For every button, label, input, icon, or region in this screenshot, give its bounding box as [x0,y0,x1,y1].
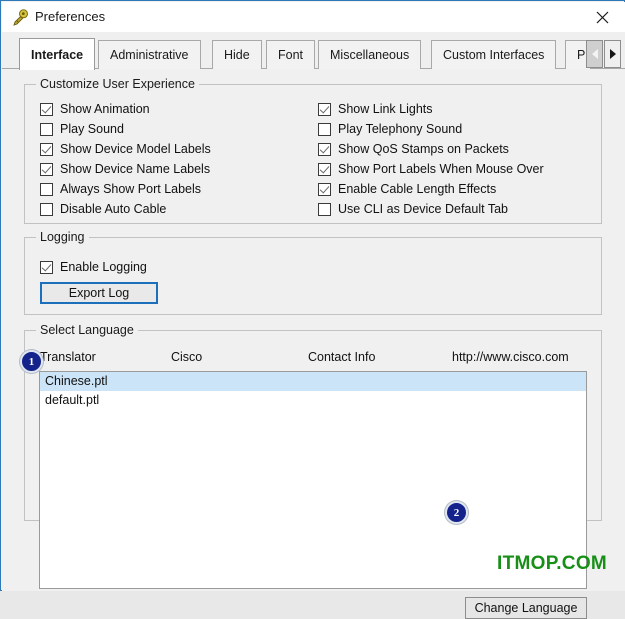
checkbox-label: Show Device Name Labels [60,162,211,176]
preferences-window: Preferences Interface Administrative Hid… [0,0,625,619]
checkbox-label: Show QoS Stamps on Packets [338,142,509,156]
checkbox-label: Disable Auto Cable [60,202,167,216]
checkbox-label: Play Sound [60,122,124,136]
checkbox-box-icon [318,142,331,156]
checkbox-box-icon [318,102,331,116]
column-header-vendor: Cisco [171,350,203,364]
tab-scroll-left-icon[interactable] [586,40,603,68]
checkbox-box-icon [318,122,331,136]
checkbox-play-telephony-sound[interactable]: Play Telephony Sound [318,122,462,136]
checkbox-show-port-labels-when-mouse-over[interactable]: Show Port Labels When Mouse Over [318,162,544,176]
select-language-group-title: Select Language [36,323,138,337]
export-log-button[interactable]: Export Log [40,282,158,304]
checkbox-box-icon [318,162,331,176]
checkbox-label: Show Port Labels When Mouse Over [338,162,544,176]
checkbox-box-icon [40,260,53,274]
checkbox-enable-logging[interactable]: Enable Logging [40,260,147,274]
checkbox-use-cli-as-device-default-tab[interactable]: Use CLI as Device Default Tab [318,202,508,216]
checkbox-show-device-name-labels[interactable]: Show Device Name Labels [40,162,210,176]
watermark-text: ITMOP.COM [497,553,608,574]
tab-font[interactable]: Font [266,40,316,69]
checkbox-label: Play Telephony Sound [338,122,463,136]
tab-scroll-right-icon[interactable] [604,40,621,68]
tab-interface[interactable]: Interface [19,38,96,70]
list-item[interactable]: Chinese.ptl [40,372,586,391]
tab-miscellaneous[interactable]: Miscellaneous [318,40,422,69]
chevron-left-icon [591,49,598,59]
chevron-right-icon [609,49,616,59]
checkbox-show-link-lights[interactable]: Show Link Lights [318,102,433,116]
window-title: Preferences [35,9,106,24]
checkbox-disable-auto-cable[interactable]: Disable Auto Cable [40,202,166,216]
interface-tab-panel: Customize User Experience Show Animation… [2,69,625,619]
checkbox-label: Use CLI as Device Default Tab [338,202,508,216]
list-item[interactable]: default.ptl [40,391,586,410]
customize-group-title: Customize User Experience [36,77,199,91]
column-header-url: http://www.cisco.com [452,350,569,364]
tab-hide[interactable]: Hide [212,40,262,69]
change-language-button[interactable]: Change Language [465,597,587,619]
checkbox-box-icon [40,202,53,216]
title-bar: Preferences [2,2,625,32]
checkbox-show-device-model-labels[interactable]: Show Device Model Labels [40,142,211,156]
checkbox-box-icon [40,142,53,156]
tab-administrative[interactable]: Administrative [98,40,201,69]
checkbox-enable-cable-length-effects[interactable]: Enable Cable Length Effects [318,182,496,196]
checkbox-label: Show Animation [60,102,150,116]
checkbox-show-qos-stamps-on-packets[interactable]: Show QoS Stamps on Packets [318,142,509,156]
logging-group-title: Logging [36,230,89,244]
checkbox-box-icon [40,182,53,196]
column-header-translator: Translator [40,350,96,364]
callout-badge-2: 2 [445,501,468,524]
checkbox-play-sound[interactable]: Play Sound [40,122,124,136]
checkbox-label: Show Link Lights [338,102,433,116]
checkbox-label: Enable Logging [60,260,147,274]
checkbox-box-icon [40,122,53,136]
preferences-key-icon [12,9,29,26]
tab-custom-interfaces[interactable]: Custom Interfaces [431,40,557,69]
checkbox-label: Enable Cable Length Effects [338,182,497,196]
checkbox-box-icon [40,102,53,116]
column-header-contact-info: Contact Info [308,350,376,364]
checkbox-box-icon [40,162,53,176]
checkbox-always-show-port-labels[interactable]: Always Show Port Labels [40,182,201,196]
close-icon[interactable] [580,2,625,32]
checkbox-label: Always Show Port Labels [60,182,202,196]
checkbox-box-icon [318,202,331,216]
checkbox-box-icon [318,182,331,196]
checkbox-show-animation[interactable]: Show Animation [40,102,150,116]
checkbox-label: Show Device Model Labels [60,142,211,156]
callout-badge-1: 1 [20,350,43,373]
tab-strip: Interface Administrative Hide Font Misce… [2,32,625,70]
